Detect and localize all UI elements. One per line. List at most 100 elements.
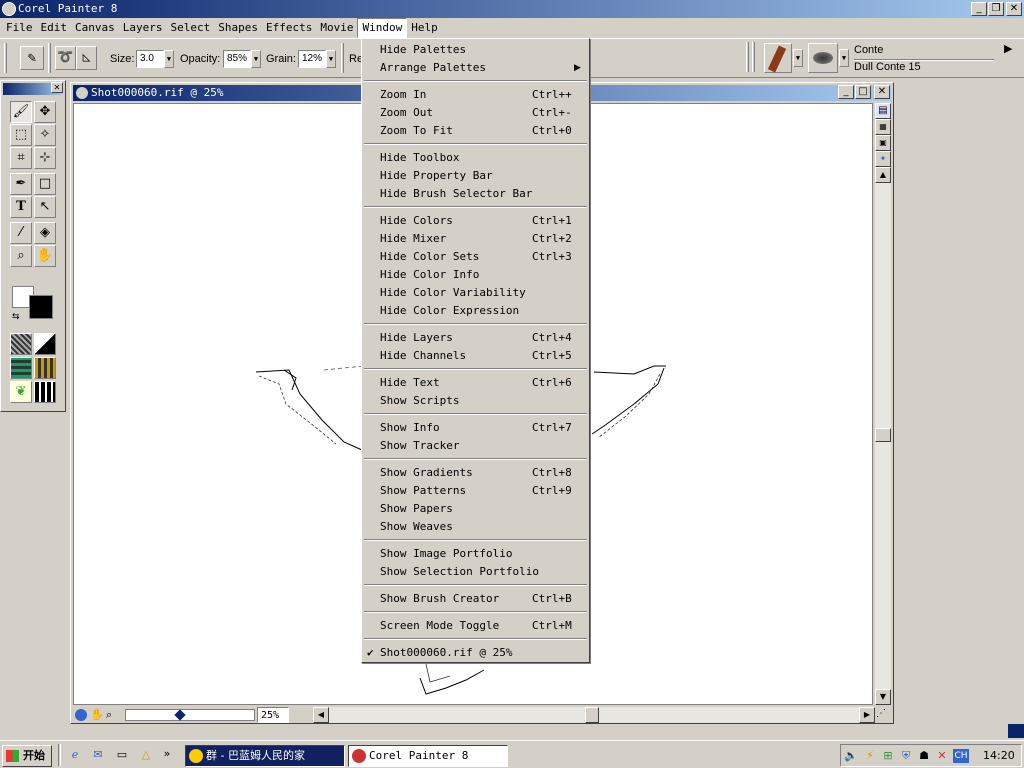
- minimize-button[interactable]: _: [971, 2, 987, 16]
- text-tool-icon[interactable]: T: [10, 196, 32, 218]
- menu-item-hide-palettes[interactable]: Hide Palettes: [362, 41, 589, 59]
- swap-colors-icon[interactable]: ⇆: [12, 312, 20, 322]
- brush-selector-grip[interactable]: [746, 42, 749, 72]
- additional-color-swatch[interactable]: [29, 295, 53, 319]
- start-button[interactable]: 开始: [2, 745, 52, 767]
- painter-app-icon[interactable]: [2, 2, 16, 16]
- scroll-right-button[interactable]: ▶: [859, 707, 875, 723]
- task-button-qq-group[interactable]: 群 - 巴蓝姆人民的家: [185, 745, 345, 767]
- brush-category-button[interactable]: [764, 43, 792, 73]
- network-icon[interactable]: ⊞: [881, 749, 895, 763]
- menu-canvas[interactable]: Canvas: [71, 19, 119, 37]
- menu-item-show-scripts[interactable]: Show Scripts: [362, 392, 589, 410]
- app-title-bar[interactable]: Corel Painter 8 _ ❐ ✕: [0, 0, 1024, 18]
- task-button-corel-painter[interactable]: Corel Painter 8: [348, 745, 508, 767]
- ie-browser-icon[interactable]: ℯ: [68, 748, 82, 762]
- dropper-icon[interactable]: ⁄: [10, 222, 32, 244]
- selection-adjuster-icon[interactable]: ⊹: [34, 147, 56, 169]
- restore-button[interactable]: ❐: [988, 2, 1004, 16]
- menu-item-document-shot000060[interactable]: ✔ Shot000060.rif @ 25%: [362, 644, 589, 662]
- globe-icon[interactable]: [75, 709, 87, 721]
- menu-shapes[interactable]: Shapes: [214, 19, 262, 37]
- grain-slider-button[interactable]: ▼: [326, 50, 336, 68]
- straight-line-icon[interactable]: ◺: [76, 46, 97, 70]
- menu-item-screen-mode-toggle[interactable]: Screen Mode Toggle Ctrl+M: [362, 617, 589, 635]
- menu-window[interactable]: Window: [357, 18, 408, 38]
- rectangle-shape-icon[interactable]: □: [34, 173, 56, 195]
- quicklaunch-overflow-icon[interactable]: »: [160, 747, 174, 761]
- weave-selector-icon[interactable]: [34, 357, 56, 379]
- freehand-stroke-icon[interactable]: ➰: [55, 46, 76, 70]
- looks-selector-icon[interactable]: [34, 381, 56, 403]
- brush-tool-icon[interactable]: 🖌: [10, 101, 32, 123]
- rect-selection-icon[interactable]: ⬚: [10, 124, 32, 146]
- show-desktop-icon[interactable]: ▭: [115, 748, 129, 762]
- horizontal-scroll-thumb[interactable]: [585, 707, 599, 723]
- doc-close-button[interactable]: ✕: [874, 85, 890, 99]
- crop-icon[interactable]: ⌗: [10, 147, 32, 169]
- brush-selector-grip-2[interactable]: [752, 42, 755, 72]
- menu-select[interactable]: Select: [167, 19, 215, 37]
- menu-item-hide-toolbox[interactable]: Hide Toolbox: [362, 149, 589, 167]
- size-input[interactable]: 3.0: [136, 50, 164, 68]
- brush-variant-button[interactable]: [808, 43, 838, 73]
- menu-item-hide-color-variability[interactable]: Hide Color Variability: [362, 284, 589, 302]
- menu-item-show-tracker[interactable]: Show Tracker: [362, 437, 589, 455]
- menu-effects[interactable]: Effects: [262, 19, 316, 37]
- zoom-slider[interactable]: [125, 709, 255, 721]
- menu-item-hide-mixer[interactable]: Hide Mixer Ctrl+2: [362, 230, 589, 248]
- tracing-paper-icon[interactable]: ▣: [875, 135, 891, 151]
- toolbox-close-button[interactable]: ✕: [51, 82, 63, 93]
- brush-variant-dropdown[interactable]: ▼: [839, 49, 849, 67]
- gradient-selector-icon[interactable]: [34, 333, 56, 355]
- grabber-hand-icon[interactable]: ✋: [34, 245, 56, 267]
- menu-item-hide-color-sets[interactable]: Hide Color Sets Ctrl+3: [362, 248, 589, 266]
- menu-item-show-image-portfolio[interactable]: Show Image Portfolio: [362, 545, 589, 563]
- quicklaunch-grip[interactable]: [58, 744, 61, 766]
- menu-item-show-patterns[interactable]: Show Patterns Ctrl+9: [362, 482, 589, 500]
- menu-item-hide-text[interactable]: Hide Text Ctrl+6: [362, 374, 589, 392]
- zoom-icon[interactable]: ⌕: [106, 708, 112, 722]
- quicklaunch-app-icon[interactable]: △: [139, 748, 153, 762]
- resize-grip-icon[interactable]: ⋰: [876, 708, 886, 719]
- doc-minimize-button[interactable]: _: [838, 85, 854, 99]
- menu-item-show-papers[interactable]: Show Papers: [362, 500, 589, 518]
- layer-adjuster-icon[interactable]: ✥: [34, 101, 56, 123]
- property-bar-grip[interactable]: [4, 43, 7, 73]
- menu-edit[interactable]: Edit: [37, 19, 72, 37]
- menu-item-hide-colors[interactable]: Hide Colors Ctrl+1: [362, 212, 589, 230]
- shield-icon[interactable]: ⛨: [899, 749, 913, 763]
- menu-item-show-info[interactable]: Show Info Ctrl+7: [362, 419, 589, 437]
- close-button[interactable]: ✕: [1006, 2, 1022, 16]
- menu-item-arrange-palettes[interactable]: Arrange Palettes ▶: [362, 59, 589, 77]
- menu-item-show-gradients[interactable]: Show Gradients Ctrl+8: [362, 464, 589, 482]
- zoom-slider-thumb[interactable]: [174, 709, 186, 721]
- menu-item-zoom-out[interactable]: Zoom Out Ctrl+-: [362, 104, 589, 122]
- grabber-icon[interactable]: ✋: [90, 708, 104, 721]
- menu-layers[interactable]: Layers: [119, 19, 167, 37]
- menu-item-zoom-in[interactable]: Zoom In Ctrl++: [362, 86, 589, 104]
- brush-tool-icon[interactable]: ✎: [20, 46, 44, 70]
- menu-item-show-weaves[interactable]: Show Weaves: [362, 518, 589, 536]
- tray-app-icon[interactable]: ☗: [917, 749, 931, 763]
- opacity-slider-button[interactable]: ▼: [251, 50, 261, 68]
- menu-item-hide-brush-selector-bar[interactable]: Hide Brush Selector Bar: [362, 185, 589, 203]
- magic-wand-icon[interactable]: ✧: [34, 124, 56, 146]
- shape-selection-icon[interactable]: ↖: [34, 196, 56, 218]
- pen-icon[interactable]: ✒: [10, 173, 32, 195]
- grain-input[interactable]: 12%: [298, 50, 326, 68]
- menu-item-show-selection-portfolio[interactable]: Show Selection Portfolio: [362, 563, 589, 581]
- opacity-input[interactable]: 85%: [223, 50, 251, 68]
- rulers-toggle-icon[interactable]: ▤: [875, 103, 891, 119]
- paper-selector-icon[interactable]: [10, 333, 32, 355]
- zoom-level-field[interactable]: 25%: [257, 707, 289, 723]
- outlook-icon[interactable]: ✉: [91, 748, 105, 762]
- vertical-scrollbar[interactable]: ▤ ▦ ▣ ✦ ▲ ▼: [875, 103, 891, 705]
- magnifier-icon[interactable]: ⌕: [10, 245, 32, 267]
- menu-item-hide-property-bar[interactable]: Hide Property Bar: [362, 167, 589, 185]
- menu-item-hide-color-expression[interactable]: Hide Color Expression: [362, 302, 589, 320]
- nozzle-selector-icon[interactable]: ❦: [10, 381, 32, 403]
- scroll-left-button[interactable]: ◀: [313, 707, 329, 723]
- expand-arrow-icon[interactable]: ▶: [1004, 42, 1012, 55]
- menu-item-zoom-to-fit[interactable]: Zoom To Fit Ctrl+0: [362, 122, 589, 140]
